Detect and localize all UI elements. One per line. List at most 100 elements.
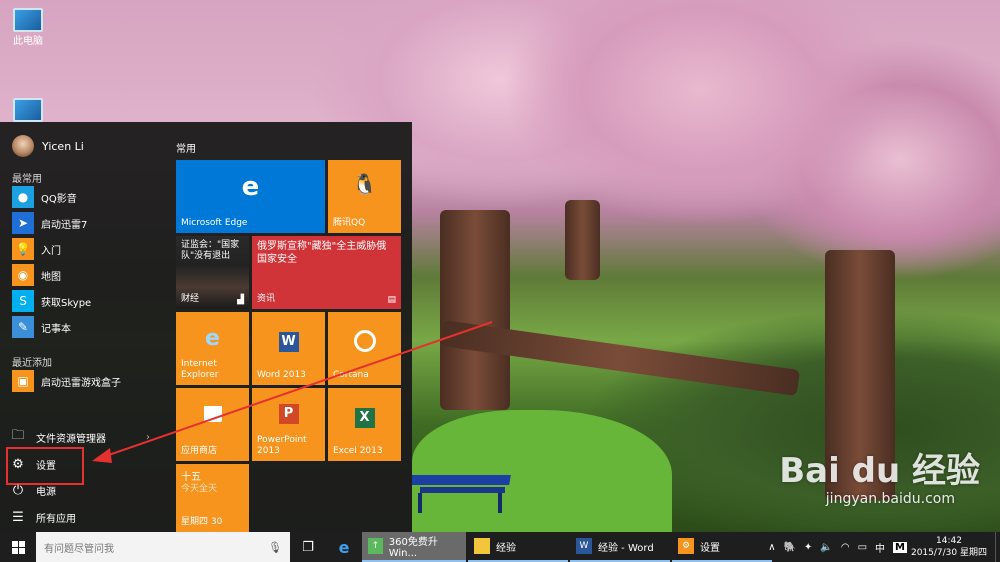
taskbar-app-word[interactable]: W 经验 - Word [570,532,670,562]
calendar-day: 星期四 30 [181,517,223,527]
app-item-label: 启动迅雷游戏盒子 [41,377,121,389]
taskbar-app-label: 360免费升Win... [388,537,438,559]
all-apps-button[interactable]: ☰ 所有应用 [10,505,160,529]
tile-excel-2013[interactable]: X Excel 2013 [328,388,401,461]
taskbar-app-folder[interactable]: 经验 [468,532,568,562]
bottom-item-label: 所有应用 [36,513,76,525]
taskbar-app-label: 经验 [496,542,516,554]
word-icon: W [252,332,325,352]
system-tray: ∧ 🐘 ✦ 🔈 ◠ ▭ 中 M 14:42 2015/7/30 星期四 [764,532,1000,562]
chart-icon: ▟ [237,295,244,305]
clock[interactable]: 14:42 2015/7/30 星期四 [911,535,987,559]
tile-calendar[interactable]: 十五 今天全天 星期四 30 [176,464,249,532]
settings-gear-icon: ⚙ [678,538,694,554]
show-desktop-button[interactable] [995,532,1000,562]
wifi-icon[interactable]: ◠ [841,542,850,553]
clock-time: 14:42 [936,536,962,546]
cortana-icon [328,330,401,355]
internet-explorer-icon: e [205,326,220,351]
app-item-notepad[interactable]: ✎ 记事本 [12,315,162,339]
app-item-skype[interactable]: S 获取Skype [12,289,162,313]
tile-news[interactable]: 俄罗斯宣称"藏独"全主威胁俄国家安全 资讯 ▤ [252,236,401,309]
app-item-get-started[interactable]: 💡 入门 [12,237,162,261]
start-button[interactable] [0,532,36,562]
tile-powerpoint-2013[interactable]: P PowerPoint 2013 [252,388,325,461]
tile-label: Word 2013 [257,370,306,380]
all-apps-icon: ☰ [12,509,24,525]
skype-icon: S [12,290,34,312]
qq-video-icon: ● [12,186,34,208]
app-item-qq-video[interactable]: ● QQ影音 [12,185,162,209]
bottom-item-label: 电源 [36,486,56,498]
desktop-icon-network[interactable] [8,98,48,122]
baidu-watermark-url: jingyan.baidu.com [825,491,955,507]
tile-label: Microsoft Edge [181,218,248,228]
user-name: Yicen Li [42,139,84,153]
tile-label: PowerPoint 2013 [257,435,307,456]
store-bag-icon [176,406,249,425]
tile-microsoft-edge[interactable]: e Microsoft Edge [176,160,325,233]
action-center-icon[interactable]: ▭ [858,542,867,553]
tile-label: 资讯 [257,294,276,304]
upgrade-icon: ↑ [368,538,383,554]
desktop-icon-label: 此电脑 [13,36,43,47]
lightbulb-icon: 💡 [12,238,34,260]
clock-date: 2015/7/30 星期四 [910,548,987,558]
tray-app-icon-2[interactable]: ✦ [804,542,812,553]
volume-icon[interactable]: 🔈 [820,542,832,553]
microphone-icon[interactable]: 🎙 [268,541,282,554]
tile-cortana[interactable]: Cortana [328,312,401,385]
power-button[interactable]: ⏻ 电源 [10,478,160,502]
taskbar-app-settings[interactable]: ⚙ 设置 [672,532,772,562]
maps-icon: ◉ [12,264,34,286]
app-item-label: 记事本 [41,323,71,335]
computer-icon [13,8,43,32]
calendar-line-2: 今天全天 [181,484,218,494]
tile-label: 应用商店 [181,446,218,456]
tile-label: 财经 [181,294,200,304]
taskbar-edge-button[interactable]: e [326,532,362,562]
chevron-right-icon[interactable]: › [146,432,150,443]
app-item-thunder[interactable]: ➤ 启动迅雷7 [12,211,162,235]
app-item-label: 入门 [41,245,61,257]
ime-language-indicator[interactable]: 中 [875,540,885,555]
powerpoint-icon: P [252,404,325,424]
power-icon: ⏻ [12,482,24,498]
tray-app-icon[interactable]: 🐘 [784,542,796,553]
taskbar-app-label: 经验 - Word [598,542,654,554]
tile-internet-explorer[interactable]: e Internet Explorer [176,312,249,385]
tree-trunk-center [565,200,600,280]
finance-headline: 证监会："国家队"没有退出 [181,240,240,261]
taskbar-app-360-upgrade[interactable]: ↑ 360免费升Win... [362,532,466,562]
taskbar: 有问题尽管问我 🎙 ❐ e ↑ 360免费升Win... 经验 W 经验 - W… [0,532,1000,562]
taskbar-app-label: 设置 [700,542,720,554]
start-menu-app-list: Yicen Li 最常用 ● QQ影音 ➤ 启动迅雷7 💡 入门 ◉ 地图 S … [0,122,165,532]
ime-mode-indicator[interactable]: M [893,541,907,553]
tile-word-2013[interactable]: W Word 2013 [252,312,325,385]
desktop-icon-this-pc[interactable]: 此电脑 [8,8,48,47]
recently-added-heading: 最近添加 [12,358,52,369]
notepad-icon: ✎ [12,316,34,338]
baidu-watermark-logo: Bai du 经验 [779,451,980,491]
tree-trunk-left [440,210,510,410]
search-placeholder: 有问题尽管问我 [44,543,114,555]
show-hidden-icons-button[interactable]: ∧ [768,542,775,553]
qq-penguin-icon: 🐧 [352,172,377,196]
thunder-icon: ➤ [12,212,34,234]
news-icon: ▤ [387,295,396,305]
app-item-thunder-games[interactable]: ▣ 启动迅雷游戏盒子 [12,369,162,393]
cortana-search-box[interactable]: 有问题尽管问我 🎙 [36,532,290,562]
task-view-button[interactable]: ❐ [290,532,326,562]
tile-finance[interactable]: 证监会："国家队"没有退出 财经 ▟ [176,236,249,309]
word-icon: W [576,538,592,554]
most-used-heading: 最常用 [12,174,42,185]
tile-label: 腾讯QQ [333,218,366,228]
tile-label: Internet Explorer [181,359,219,380]
user-account[interactable]: Yicen Li [12,134,84,158]
edge-icon: e [241,172,260,202]
file-explorer-button[interactable]: 🗀 文件资源管理器 [10,425,160,449]
bottom-item-label: 文件资源管理器 [36,433,106,445]
tile-store[interactable]: 应用商店 [176,388,249,461]
tile-qq[interactable]: 🐧 腾讯QQ [328,160,401,233]
app-item-maps[interactable]: ◉ 地图 [12,263,162,287]
